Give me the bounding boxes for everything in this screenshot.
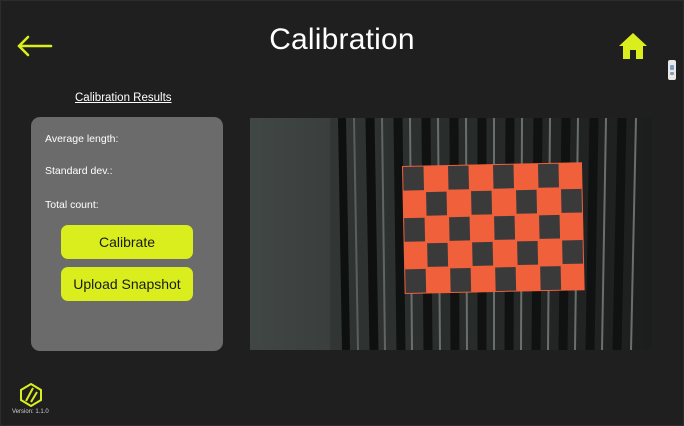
total-count-label: Total count:	[45, 199, 99, 211]
side-drawer-tab[interactable]	[665, 59, 677, 81]
checker-square	[537, 163, 559, 188]
results-panel: Average length: Standard dev.: Total cou…	[31, 117, 223, 351]
checker-square	[404, 217, 426, 242]
checker-square	[494, 215, 516, 240]
app-logo-icon	[20, 382, 42, 408]
checker-square	[561, 188, 583, 213]
version-label: Version: 1.1.0	[12, 409, 49, 415]
home-icon	[619, 33, 647, 59]
page-title: Calibration	[269, 23, 415, 56]
checker-square	[450, 267, 472, 293]
checker-square	[403, 166, 425, 191]
camera-image	[250, 118, 652, 350]
drawer-handle-icon	[668, 60, 676, 80]
camera-feed	[250, 118, 652, 350]
standard-dev-label: Standard dev.:	[45, 165, 113, 177]
checkerboard-target	[402, 162, 585, 294]
home-button[interactable]	[617, 31, 649, 61]
checker-square	[426, 191, 448, 216]
app-logo	[19, 382, 43, 408]
checker-square	[472, 241, 494, 266]
checker-square	[516, 189, 538, 214]
average-length-label: Average length:	[45, 133, 119, 145]
checker-square	[427, 242, 449, 267]
checker-square	[405, 268, 427, 293]
app-screen: Calibration Calibration Results Average …	[0, 0, 684, 426]
checker-square	[493, 164, 514, 189]
checker-square	[449, 216, 471, 241]
checker-square	[539, 214, 561, 239]
checker-square	[562, 240, 584, 265]
calibration-results-heading: Calibration Results	[75, 92, 172, 104]
checker-square	[540, 266, 562, 291]
upload-snapshot-button[interactable]: Upload Snapshot	[61, 267, 193, 301]
checker-square	[448, 165, 470, 190]
checker-square	[471, 190, 493, 215]
checker-square	[495, 267, 517, 292]
calibrate-button[interactable]: Calibrate	[61, 225, 193, 259]
checker-square	[517, 240, 539, 266]
